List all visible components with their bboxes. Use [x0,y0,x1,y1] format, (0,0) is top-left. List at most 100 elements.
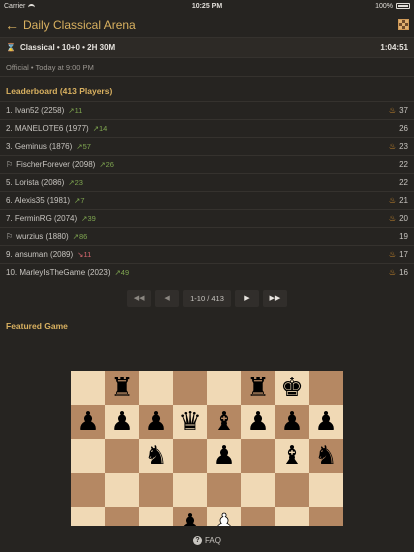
board-square[interactable] [105,473,139,507]
black-pawn-icon[interactable]: ♟ [178,511,201,526]
chessboard-icon[interactable] [398,19,409,30]
board-square[interactable] [275,473,309,507]
board-square[interactable]: ♝ [275,439,309,473]
leaderboard-row[interactable]: ⚐ FischerForever (2098) ↗ 26 22 [0,155,414,173]
leaderboard-row[interactable]: 9. ansuman (2089) ↘ 11 ♨ 17 [0,245,414,263]
board-square[interactable] [207,473,241,507]
board-square[interactable] [241,439,275,473]
hourglass-icon: ⌛ [6,43,16,52]
status-bar: Carrier 10:25 PM 100% [0,0,414,12]
black-pawn-icon[interactable]: ♟ [212,443,235,469]
player-cell: 10. MarleyIsTheGame (2023) ↗ 49 [6,268,389,277]
board-square[interactable] [139,371,173,405]
board-square[interactable]: ♟ [105,405,139,439]
leaderboard-row[interactable]: 1. Ivan52 (2258) ↗ 11 ♨ 37 [0,101,414,119]
black-knight-icon[interactable]: ♞ [314,443,337,469]
black-rook-icon[interactable]: ♜ [110,375,133,401]
black-pawn-icon[interactable]: ♟ [246,409,269,435]
rating-change: 7 [80,196,85,205]
leaderboard-row[interactable]: 7. FerminRG (2074) ↗ 39 ♨ 20 [0,209,414,227]
leaderboard-row[interactable]: 3. Geminus (1876) ↗ 57 ♨ 23 [0,137,414,155]
board-square[interactable] [309,371,343,405]
board-square[interactable]: ♟ [139,405,173,439]
black-pawn-icon[interactable]: ♟ [110,409,133,435]
score-cell: ♨ 16 [389,268,408,277]
leaderboard-list: 1. Ivan52 (2258) ↗ 11 ♨ 37 2. MANELOTE6 (1977… [0,101,414,281]
board-square[interactable] [139,507,173,526]
board-square[interactable] [71,371,105,405]
leaderboard-row[interactable]: 10. MarleyIsTheGame (2023) ↗ 49 ♨ 16 [0,263,414,281]
black-pawn-icon[interactable]: ♟ [280,409,303,435]
board-square[interactable] [105,439,139,473]
score-value: 16 [399,268,408,277]
rating-change: 23 [74,178,83,187]
trend-down-icon: ↘ 11 [77,250,92,259]
board-square[interactable]: ♚ [275,371,309,405]
last-page-button[interactable]: ▶▶ [262,289,287,307]
featured-game-board[interactable]: ♜♜♚♟♟♟♛♝♟♟♟♞♟♝♞♟♟♟♟ [71,371,343,526]
black-bishop-icon[interactable]: ♝ [280,443,303,469]
board-square[interactable]: ♟ [309,405,343,439]
player-cell: 6. Alexis35 (1981) ↗ 7 [6,196,389,205]
board-square[interactable] [173,439,207,473]
score-value: 17 [399,250,408,259]
black-pawn-icon[interactable]: ♟ [314,409,337,435]
board-square[interactable]: ♟ [71,405,105,439]
rating-change: 11 [83,250,92,259]
black-knight-icon[interactable]: ♞ [144,443,167,469]
trend-up-icon: ↗ 57 [76,142,91,151]
first-page-button[interactable]: ◀◀ [127,289,152,307]
board-square[interactable] [309,473,343,507]
board-square[interactable] [173,473,207,507]
arrow-left-icon[interactable]: ← [5,17,19,33]
leaderboard-row[interactable]: 2. MANELOTE6 (1977) ↗ 14 26 [0,119,414,137]
board-square[interactable]: ♞ [309,439,343,473]
board-square[interactable] [71,473,105,507]
leaderboard-row[interactable]: ⚐ wurzius (1880) ↗ 86 19 [0,227,414,245]
board-square[interactable] [71,507,105,526]
board-square[interactable] [241,473,275,507]
black-queen-icon[interactable]: ♛ [178,409,201,435]
black-rook-icon[interactable]: ♜ [246,375,269,401]
board-square[interactable]: ♜ [241,371,275,405]
fire-icon: ♨ [388,142,397,151]
trend-up-icon: ↗ 11 [68,106,83,115]
board-square[interactable]: ♟ [207,439,241,473]
black-pawn-icon[interactable]: ♟ [144,409,167,435]
previous-page-button[interactable]: ◀ [155,289,180,307]
board-square[interactable]: ♜ [105,371,139,405]
board-square[interactable]: ♛ [173,405,207,439]
player-name: 7. FerminRG (2074) [6,214,78,223]
black-king-icon[interactable]: ♚ [280,375,303,401]
board-square[interactable]: ♟ [207,507,241,526]
board-square[interactable]: ♞ [139,439,173,473]
status-time: 10:25 PM [191,2,223,10]
board-square[interactable] [275,507,309,526]
next-page-button[interactable]: ▶ [234,289,259,307]
score-value: 20 [399,214,408,223]
score-value: 37 [399,106,408,115]
leaderboard-row[interactable]: 5. Lorista (2086) ↗ 23 22 [0,173,414,191]
faq-link[interactable]: ? FAQ [0,531,414,549]
board-square[interactable]: ♝ [207,405,241,439]
score-cell: ♨ 17 [389,250,408,259]
board-square[interactable] [241,507,275,526]
player-cell: 3. Geminus (1876) ↗ 57 [6,142,389,151]
board-square[interactable]: ♟ [275,405,309,439]
board-square[interactable]: ♟ [241,405,275,439]
board-square[interactable] [105,507,139,526]
white-pawn-icon[interactable]: ♟ [212,511,236,526]
rating-change: 86 [78,232,88,241]
leaderboard-row[interactable]: 6. Alexis35 (1981) ↗ 7 ♨ 21 [0,191,414,209]
black-pawn-icon[interactable]: ♟ [76,409,99,435]
board-square[interactable] [139,473,173,507]
fire-icon: ♨ [388,106,397,115]
board-square[interactable] [173,371,207,405]
board-square[interactable]: ♟ [173,507,207,526]
page-title: Daily Classical Arena [23,17,136,32]
black-bishop-icon[interactable]: ♝ [212,409,235,435]
board-square[interactable] [207,371,241,405]
score-cell: ♨ 37 [389,106,408,115]
board-square[interactable] [71,439,105,473]
board-square[interactable] [309,507,343,526]
